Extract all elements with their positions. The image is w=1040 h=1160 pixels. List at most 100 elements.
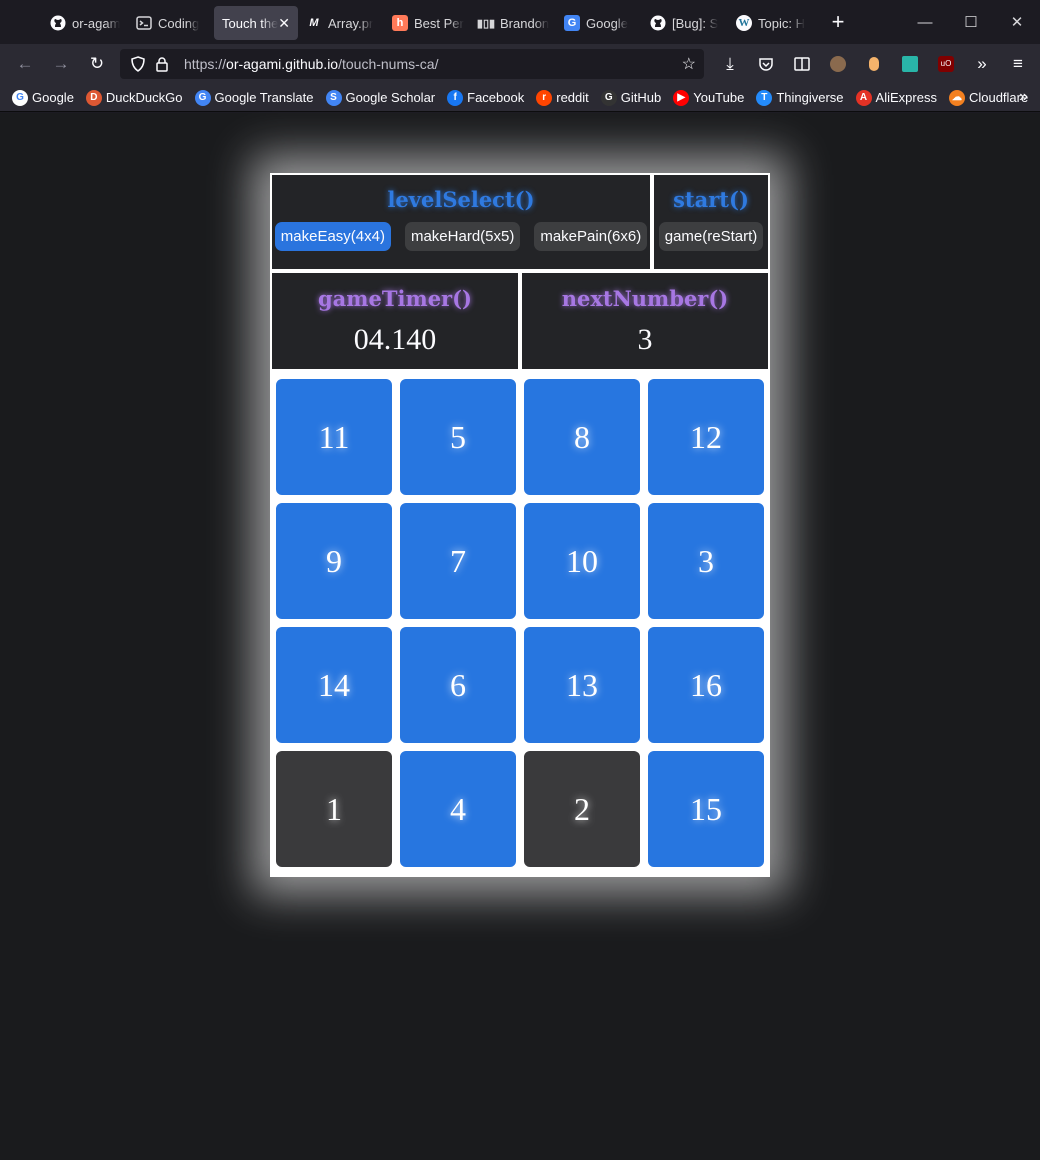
bookmark-star-icon[interactable]: ☆: [682, 54, 696, 74]
tab-topic[interactable]: W Topic: H: [728, 6, 814, 40]
tab-label: Google: [586, 15, 628, 31]
url-scheme: https://: [184, 56, 227, 72]
tab-coding[interactable]: Coding: [128, 6, 214, 40]
start-buttons: game(reStart): [658, 222, 764, 251]
number-tile[interactable]: 9: [274, 501, 394, 621]
bookmarks-toolbar: G Google D DuckDuckGo G Google Translate S Goog…: [0, 84, 1040, 112]
account-avatar-icon[interactable]: [820, 48, 856, 80]
next-number-panel: nextNumber() 3: [522, 273, 768, 369]
tab-label: Best Per: [414, 15, 464, 31]
number-tile[interactable]: 5: [398, 377, 518, 497]
google-scholar-icon: S: [325, 89, 342, 106]
number-tile[interactable]: 12: [646, 377, 766, 497]
medium-icon: M: [309, 17, 319, 29]
bookmark-duckduckgo[interactable]: D DuckDuckGo: [85, 89, 183, 106]
number-tile[interactable]: 13: [522, 625, 642, 745]
minimize-icon[interactable]: —: [902, 0, 948, 44]
bookmark-label: Google Translate: [214, 90, 314, 105]
youtube-icon: ▶: [673, 89, 690, 106]
make-hard-button[interactable]: makeHard(5x5): [404, 222, 521, 251]
bookmark-cloudflare[interactable]: ☁ Cloudflare: [948, 89, 1028, 106]
tab-touch-the-numbers[interactable]: Touch the ✕: [214, 6, 298, 40]
number-tile[interactable]: 10: [522, 501, 642, 621]
cloudflare-icon: ☁: [948, 89, 965, 106]
tab-label: Brandon: [500, 15, 550, 31]
number-tile[interactable]: 6: [398, 625, 518, 745]
new-tab-button[interactable]: +: [820, 4, 856, 40]
game-timer-title: gameTimer(): [318, 286, 472, 311]
tab-label: or-agam: [72, 15, 121, 31]
number-tile[interactable]: 8: [522, 377, 642, 497]
bookmark-label: Google: [32, 90, 74, 105]
save-extension-icon[interactable]: [892, 48, 928, 80]
bookmark-google-translate[interactable]: G Google Translate: [194, 89, 314, 106]
address-bar[interactable]: https://or-agami.github.io/touch-nums-ca…: [120, 49, 704, 79]
tab-label: [Bug]: S: [672, 15, 719, 31]
bookmark-reddit[interactable]: r reddit: [536, 89, 589, 106]
tab-label: Array.pr: [328, 15, 374, 31]
reddit-icon: r: [536, 89, 553, 106]
level-select-title: levelSelect(): [387, 187, 535, 212]
number-tile[interactable]: 2: [522, 749, 642, 869]
bookmark-label: AliExpress: [875, 90, 937, 105]
bookmark-label: YouTube: [693, 90, 745, 105]
maximize-icon[interactable]: ☐: [948, 0, 994, 44]
page-content: levelSelect() makeEasy(4x4) makeHard(5x5…: [0, 113, 1040, 1160]
more-extensions-icon[interactable]: »: [964, 48, 1000, 80]
number-tile[interactable]: 3: [646, 501, 766, 621]
bookmark-facebook[interactable]: f Facebook: [447, 89, 524, 106]
bookmark-google-scholar[interactable]: S Google Scholar: [325, 89, 435, 106]
forward-arrow-icon[interactable]: →: [43, 48, 79, 80]
make-easy-button[interactable]: makeEasy(4x4): [274, 222, 391, 251]
tab-brandon[interactable]: ▮▯▮ Brandon: [470, 6, 556, 40]
number-tile[interactable]: 1: [274, 749, 394, 869]
reader-view-icon[interactable]: [784, 48, 820, 80]
tab-strip: or-agam Coding Touch the ✕ M Array.pr h …: [0, 0, 1040, 44]
url-text[interactable]: https://or-agami.github.io/touch-nums-ca…: [184, 56, 438, 72]
number-tile[interactable]: 15: [646, 749, 766, 869]
tab-google[interactable]: G Google: [556, 6, 642, 40]
chevron-more-icon[interactable]: »: [1019, 88, 1028, 106]
close-tab-icon[interactable]: ✕: [278, 15, 290, 32]
bookmark-youtube[interactable]: ▶ YouTube: [673, 89, 745, 106]
tab-label: Coding: [158, 15, 200, 31]
close-window-icon[interactable]: ✕: [994, 0, 1040, 44]
tab-array[interactable]: M Array.pr: [298, 6, 384, 40]
tab-label: Touch the: [222, 15, 279, 31]
extension-icon[interactable]: [856, 48, 892, 80]
reload-icon[interactable]: ↻: [79, 48, 115, 80]
wordpress-icon: W: [736, 15, 752, 31]
number-tile[interactable]: 4: [398, 749, 518, 869]
google-icon: G: [12, 89, 28, 106]
back-arrow-icon[interactable]: ←: [7, 48, 43, 80]
game-timer-value: 04.140: [353, 323, 437, 356]
tab-bug[interactable]: [Bug]: S: [642, 6, 728, 40]
bookmark-thingiverse[interactable]: T Thingiverse: [756, 89, 844, 106]
tab-label: Topic: H: [758, 15, 805, 31]
make-pain-button[interactable]: makePain(6x6): [534, 222, 648, 251]
game-timer-panel: gameTimer() 04.140: [272, 273, 518, 369]
bookmark-github[interactable]: G GitHub: [600, 89, 661, 106]
tab-best-per[interactable]: h Best Per: [384, 6, 470, 40]
number-tile[interactable]: 16: [646, 625, 766, 745]
level-select-panel: levelSelect() makeEasy(4x4) makeHard(5x5…: [272, 175, 650, 269]
number-tile[interactable]: 14: [274, 625, 394, 745]
lock-icon[interactable]: [152, 54, 172, 74]
bookmark-label: DuckDuckGo: [105, 90, 183, 105]
terminal-icon: [136, 15, 152, 31]
google-translate-icon: G: [564, 15, 580, 31]
ublock-icon[interactable]: uO: [928, 48, 964, 80]
google-translate-icon: G: [194, 89, 211, 106]
menu-icon[interactable]: ≡: [1000, 48, 1036, 80]
number-tile[interactable]: 7: [398, 501, 518, 621]
pocket-icon[interactable]: [748, 48, 784, 80]
tab-or-agami[interactable]: or-agam: [42, 6, 128, 40]
shield-icon[interactable]: [128, 54, 148, 74]
bookmark-aliexpress[interactable]: A AliExpress: [855, 89, 937, 106]
download-icon[interactable]: ⤓: [712, 48, 748, 80]
restart-button[interactable]: game(reStart): [658, 222, 764, 251]
bookmark-google[interactable]: G Google: [12, 89, 74, 106]
next-number-value: 3: [637, 323, 653, 356]
start-panel: start() game(reStart): [654, 175, 768, 269]
number-tile[interactable]: 11: [274, 377, 394, 497]
